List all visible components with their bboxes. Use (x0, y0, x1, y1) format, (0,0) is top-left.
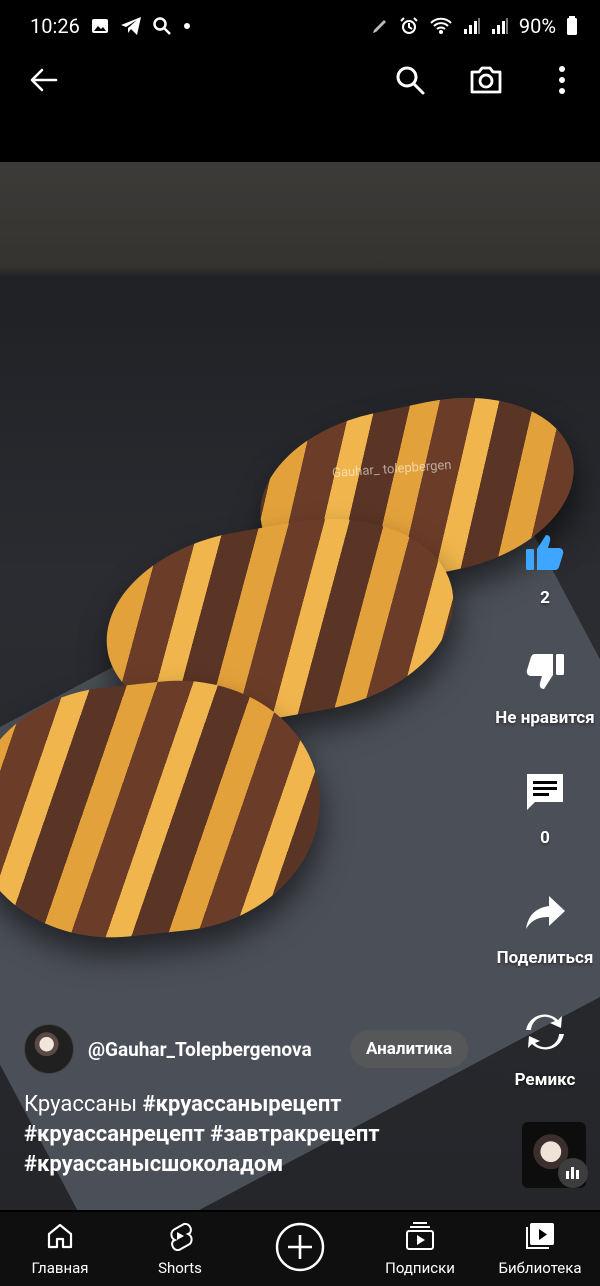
status-bar: 10:26 90% (0, 0, 600, 52)
signal-icon-2 (491, 17, 509, 35)
remix-icon (521, 1008, 569, 1060)
battery-icon (566, 16, 578, 36)
notification-dot-icon (182, 21, 192, 31)
caption-text: Круассаны (24, 1092, 138, 1117)
share-button[interactable]: Поделиться (490, 890, 600, 968)
hashtag[interactable]: #круассанырецепт (143, 1092, 342, 1117)
nav-shorts-label: Shorts (158, 1259, 202, 1277)
battery-percent: 90% (518, 14, 556, 38)
comment-icon (523, 770, 567, 818)
hashtag[interactable]: #круассанысшоколадом (24, 1152, 283, 1177)
share-label: Поделиться (496, 948, 594, 968)
shorts-icon (165, 1221, 195, 1255)
remix-button[interactable]: Ремикс (490, 1008, 600, 1090)
wifi-icon (429, 16, 453, 36)
video-caption: Круассаны #круассанырецепт #круассанреце… (24, 1090, 504, 1180)
analytics-button[interactable]: Аналитика (350, 1030, 469, 1068)
thumb-down-icon (523, 650, 567, 698)
create-plus-icon (274, 1221, 326, 1277)
telegram-icon (120, 16, 142, 36)
nav-library-label: Библиотека (498, 1259, 582, 1277)
thumb-up-icon (523, 530, 567, 578)
gallery-icon (90, 16, 110, 36)
comment-count: 0 (540, 828, 550, 848)
nav-home-label: Главная (31, 1259, 89, 1277)
share-arrow-icon (523, 890, 567, 938)
channel-row: @Gauhar_Tolepbergenova Аналитика (24, 1024, 469, 1074)
camera-icon[interactable] (466, 60, 506, 100)
channel-name[interactable]: @Gauhar_Tolepbergenova (88, 1038, 338, 1061)
library-icon (524, 1221, 556, 1255)
nav-shorts[interactable]: Shorts (125, 1221, 235, 1277)
nav-subscriptions-label: Подписки (385, 1259, 455, 1277)
alarm-icon (399, 16, 419, 36)
nav-create[interactable] (245, 1221, 355, 1277)
nav-home[interactable]: Главная (5, 1221, 115, 1277)
hashtag[interactable]: #завтракрецепт (210, 1122, 379, 1147)
status-left: 10:26 (30, 14, 192, 38)
nav-library[interactable]: Библиотека (485, 1221, 595, 1277)
home-icon (45, 1221, 75, 1255)
channel-avatar[interactable] (24, 1024, 74, 1074)
search-icon[interactable] (390, 60, 430, 100)
hashtag[interactable]: #круассанрецепт (24, 1122, 205, 1147)
arrow-left-icon[interactable] (24, 60, 64, 100)
top-app-bar (0, 52, 600, 108)
sound-bars-icon (558, 1158, 588, 1188)
more-vertical-icon[interactable] (542, 60, 582, 100)
dislike-button[interactable]: Не нравится (490, 650, 600, 728)
clock: 10:26 (30, 14, 80, 38)
like-button[interactable]: 2 (490, 530, 600, 608)
comments-button[interactable]: 0 (490, 770, 600, 848)
bottom-navigation: Главная Shorts Подписки Библиотека (0, 1212, 600, 1286)
remix-label: Ремикс (514, 1070, 576, 1090)
signal-icon-1 (463, 17, 481, 35)
search-status-icon (152, 16, 172, 36)
status-right: 90% (371, 14, 578, 38)
dislike-label: Не нравится (495, 708, 595, 728)
like-count: 2 (540, 588, 550, 608)
edit-status-icon (371, 17, 389, 35)
sound-thumbnail[interactable] (522, 1122, 588, 1188)
top-actions (390, 60, 582, 100)
subscriptions-icon (404, 1221, 436, 1255)
nav-subscriptions[interactable]: Подписки (365, 1221, 475, 1277)
